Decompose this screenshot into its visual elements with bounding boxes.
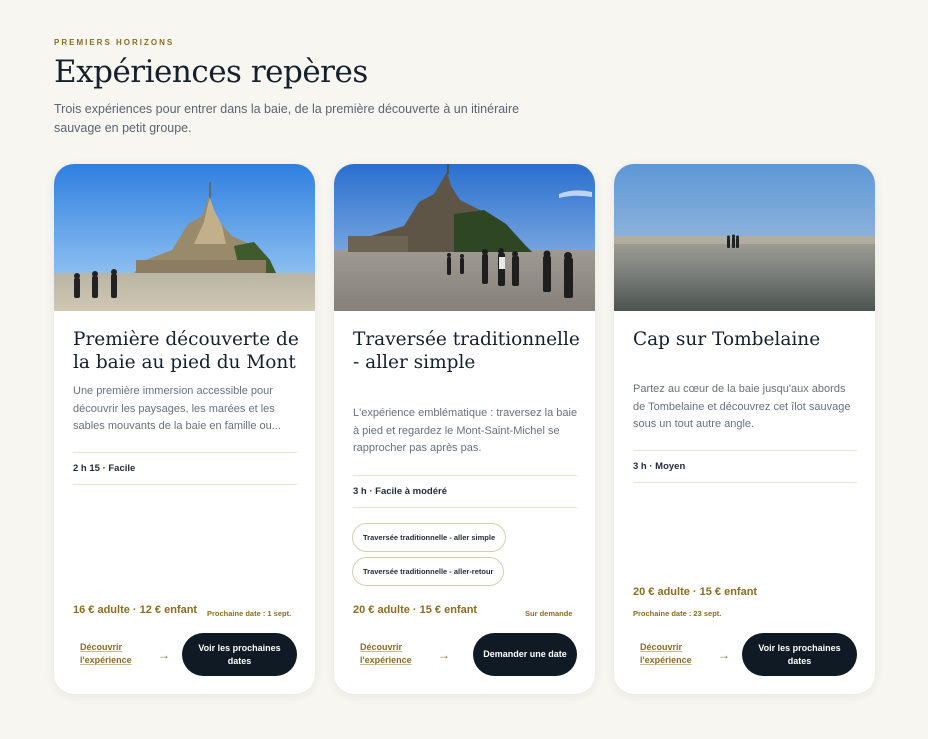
section-title: Expériences repères — [54, 54, 368, 90]
variant-chip[interactable]: Traversée traditionnelle - aller-retour — [352, 557, 505, 586]
variant-chip[interactable]: Traversée traditionnelle - aller simple — [352, 523, 507, 552]
next-date: Sur demande — [525, 609, 573, 618]
arrow-right-icon: → — [158, 648, 170, 662]
see-dates-button[interactable]: Voir les prochaines dates — [182, 633, 297, 676]
bay-walkers-photo — [614, 164, 875, 311]
see-dates-button[interactable]: Voir les prochaines dates — [742, 633, 857, 676]
card-description: Une première immersion accessible pour d… — [73, 385, 281, 432]
experience-card[interactable]: Cap sur Tombelaine Partez au cœur de la … — [614, 164, 875, 694]
discover-link[interactable]: Découvrir l'expérience — [640, 641, 704, 667]
price: 16 € adulte · 12 € enfant — [73, 604, 198, 616]
duration-difficulty: 3 h · Moyen — [633, 450, 857, 483]
discover-link[interactable]: Découvrir l'expérience — [80, 641, 144, 667]
mont-saint-michel-walkers-photo — [334, 164, 595, 311]
price: 20 € adulte · 15 € enfant — [353, 604, 478, 616]
experience-card[interactable]: Traversée traditionnelle - aller simple … — [334, 164, 595, 694]
duration-difficulty: 3 h · Facile à modéré — [353, 475, 577, 508]
duration-difficulty: 2 h 15 · Facile — [73, 452, 297, 485]
arrow-right-icon: → — [438, 648, 450, 662]
card-description: L'expérience emblématique : traversez la… — [353, 407, 578, 454]
request-date-button[interactable]: Demander une date — [473, 633, 577, 676]
card-title: Cap sur Tombelaine — [633, 329, 821, 350]
card-title: Traversée traditionnelle - aller simple — [353, 329, 580, 373]
card-title: Première découverte de la baie au pied d… — [73, 329, 299, 373]
arrow-right-icon: → — [718, 648, 730, 662]
card-description: Partez au cœur de la baie jusqu'aux abor… — [633, 383, 851, 430]
section-intro: Trois expériences pour entrer dans la ba… — [54, 102, 520, 135]
section-eyebrow: PREMIERS HORIZONS — [54, 38, 175, 47]
next-date: Prochaine date : 23 sept. — [633, 609, 722, 618]
mont-saint-michel-photo — [54, 164, 315, 311]
next-date: Prochaine date : 1 sept. — [207, 609, 292, 618]
discover-link[interactable]: Découvrir l'expérience — [360, 641, 424, 667]
experience-card[interactable]: Première découverte de la baie au pied d… — [54, 164, 315, 694]
price: 20 € adulte · 15 € enfant — [633, 586, 758, 598]
